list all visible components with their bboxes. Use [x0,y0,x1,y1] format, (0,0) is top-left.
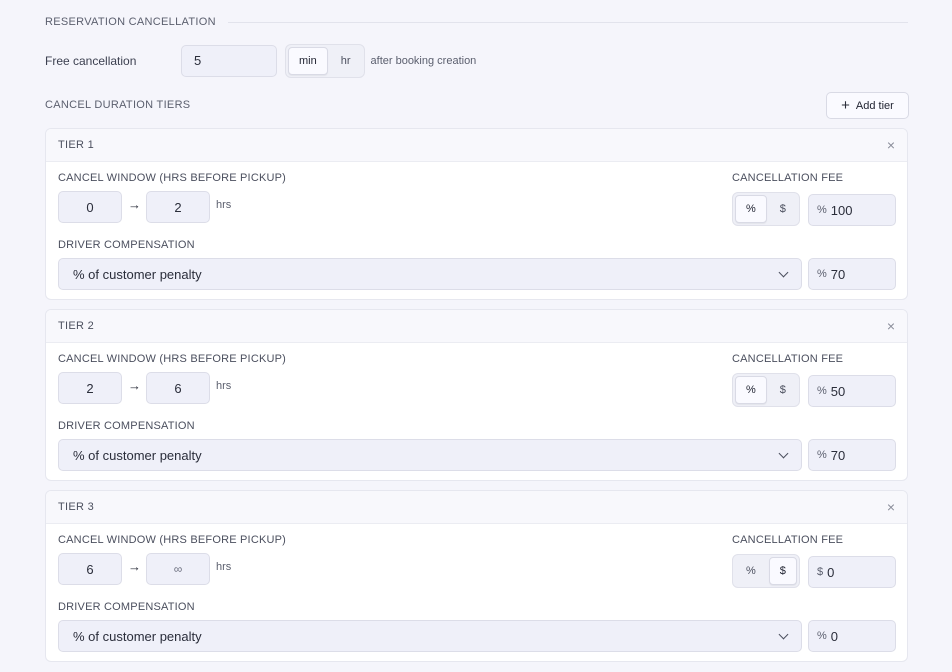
fee-dollar-button[interactable]: $ [769,376,797,404]
arrow-right-icon: → [128,559,141,574]
fee-value-input[interactable]: % 50 [808,375,896,407]
compensation-prefix: % [817,268,827,280]
tier-title: TIER 3 [58,501,95,513]
free-cancellation-unit-toggle: min hr [285,43,365,78]
fee-prefix: $ [817,566,824,578]
arrow-right-icon: → [128,197,141,212]
reservation-cancellation-header: RESERVATION CANCELLATION [45,16,908,28]
close-icon[interactable]: × [887,138,895,152]
arrow-right-icon: → [128,378,141,393]
hrs-unit-label: hrs [216,380,232,392]
tier-header: TIER 3 × [46,491,907,524]
driver-compensation-label: DRIVER COMPENSATION [58,420,195,432]
tier-header: TIER 2 × [46,310,907,343]
tier-card-3: TIER 3 × CANCEL WINDOW (HRS BEFORE PICKU… [45,490,908,662]
cancel-window-label: CANCEL WINDOW (HRS BEFORE PICKUP) [58,172,287,184]
chevron-down-icon [778,448,789,458]
driver-compensation-label: DRIVER COMPENSATION [58,239,195,251]
cancellation-fee-label: CANCELLATION FEE [732,534,844,546]
fee-percent-button[interactable]: % [735,376,767,404]
cancellation-fee-label: CANCELLATION FEE [732,172,844,184]
compensation-type-value: % of customer penalty [73,628,202,644]
fee-value: 50 [830,383,846,399]
fee-percent-button[interactable]: % [735,557,767,585]
close-icon[interactable]: × [887,319,895,333]
section-title: RESERVATION CANCELLATION [45,16,216,28]
chevron-down-icon [778,267,789,277]
compensation-type-value: % of customer penalty [73,266,202,282]
free-cancellation-suffix: after booking creation [370,54,477,67]
free-cancellation-input[interactable]: 5 [181,44,277,77]
cancel-window-label: CANCEL WINDOW (HRS BEFORE PICKUP) [58,534,287,546]
cancellation-fee-label: CANCELLATION FEE [732,353,844,365]
fee-value-input[interactable]: $ 0 [808,556,896,588]
add-tier-label: Add tier [855,99,894,112]
cancel-window-label: CANCEL WINDOW (HRS BEFORE PICKUP) [58,353,287,365]
fee-value: 100 [830,202,853,218]
unit-min-button[interactable]: min [288,46,328,75]
compensation-prefix: % [817,449,827,461]
window-to-input[interactable]: 2 [146,191,210,223]
tier-title: TIER 1 [58,139,95,151]
window-from-input[interactable]: 6 [58,553,122,585]
plus-icon: + [841,97,850,114]
window-to-input[interactable]: 6 [146,372,210,404]
fee-dollar-button[interactable]: $ [769,195,797,223]
add-tier-button[interactable]: + Add tier [826,92,909,119]
unit-hr-button[interactable]: hr [330,47,362,75]
compensation-value-input[interactable]: % 0 [808,620,896,652]
compensation-value-input[interactable]: % 70 [808,258,896,290]
fee-value-input[interactable]: % 100 [808,194,896,226]
compensation-value: 70 [830,447,846,463]
hrs-unit-label: hrs [216,561,232,573]
tier-title: TIER 2 [58,320,95,332]
driver-compensation-label: DRIVER COMPENSATION [58,601,195,613]
compensation-prefix: % [817,630,827,642]
hrs-unit-label: hrs [216,199,232,211]
fee-prefix: % [817,204,827,216]
window-from-input[interactable]: 0 [58,191,122,223]
fee-prefix: % [817,385,827,397]
compensation-type-value: % of customer penalty [73,447,202,463]
section-divider [227,21,908,23]
compensation-value-input[interactable]: % 70 [808,439,896,471]
free-cancellation-row: Free cancellation 5 min hr after booking… [45,43,477,78]
tier-card-2: TIER 2 × CANCEL WINDOW (HRS BEFORE PICKU… [45,309,908,481]
compensation-type-select[interactable]: % of customer penalty [58,620,802,652]
compensation-value: 70 [830,266,846,282]
free-cancellation-label: Free cancellation [45,53,137,68]
compensation-type-select[interactable]: % of customer penalty [58,439,802,471]
fee-type-toggle: % $ [732,554,800,588]
fee-type-toggle: % $ [732,373,800,407]
close-icon[interactable]: × [887,500,895,514]
fee-dollar-button[interactable]: $ [768,557,797,585]
window-to-input[interactable]: ∞ [146,553,210,585]
tier-header: TIER 1 × [46,129,907,162]
fee-percent-button[interactable]: % [735,195,767,223]
fee-type-toggle: % $ [732,192,800,226]
fee-value: 0 [827,564,835,580]
tier-card-1: TIER 1 × CANCEL WINDOW (HRS BEFORE PICKU… [45,128,908,300]
compensation-value: 0 [830,628,839,644]
cancel-duration-tiers-title: CANCEL DURATION TIERS [45,99,191,111]
window-from-input[interactable]: 2 [58,372,122,404]
compensation-type-select[interactable]: % of customer penalty [58,258,802,290]
chevron-down-icon [778,629,789,639]
